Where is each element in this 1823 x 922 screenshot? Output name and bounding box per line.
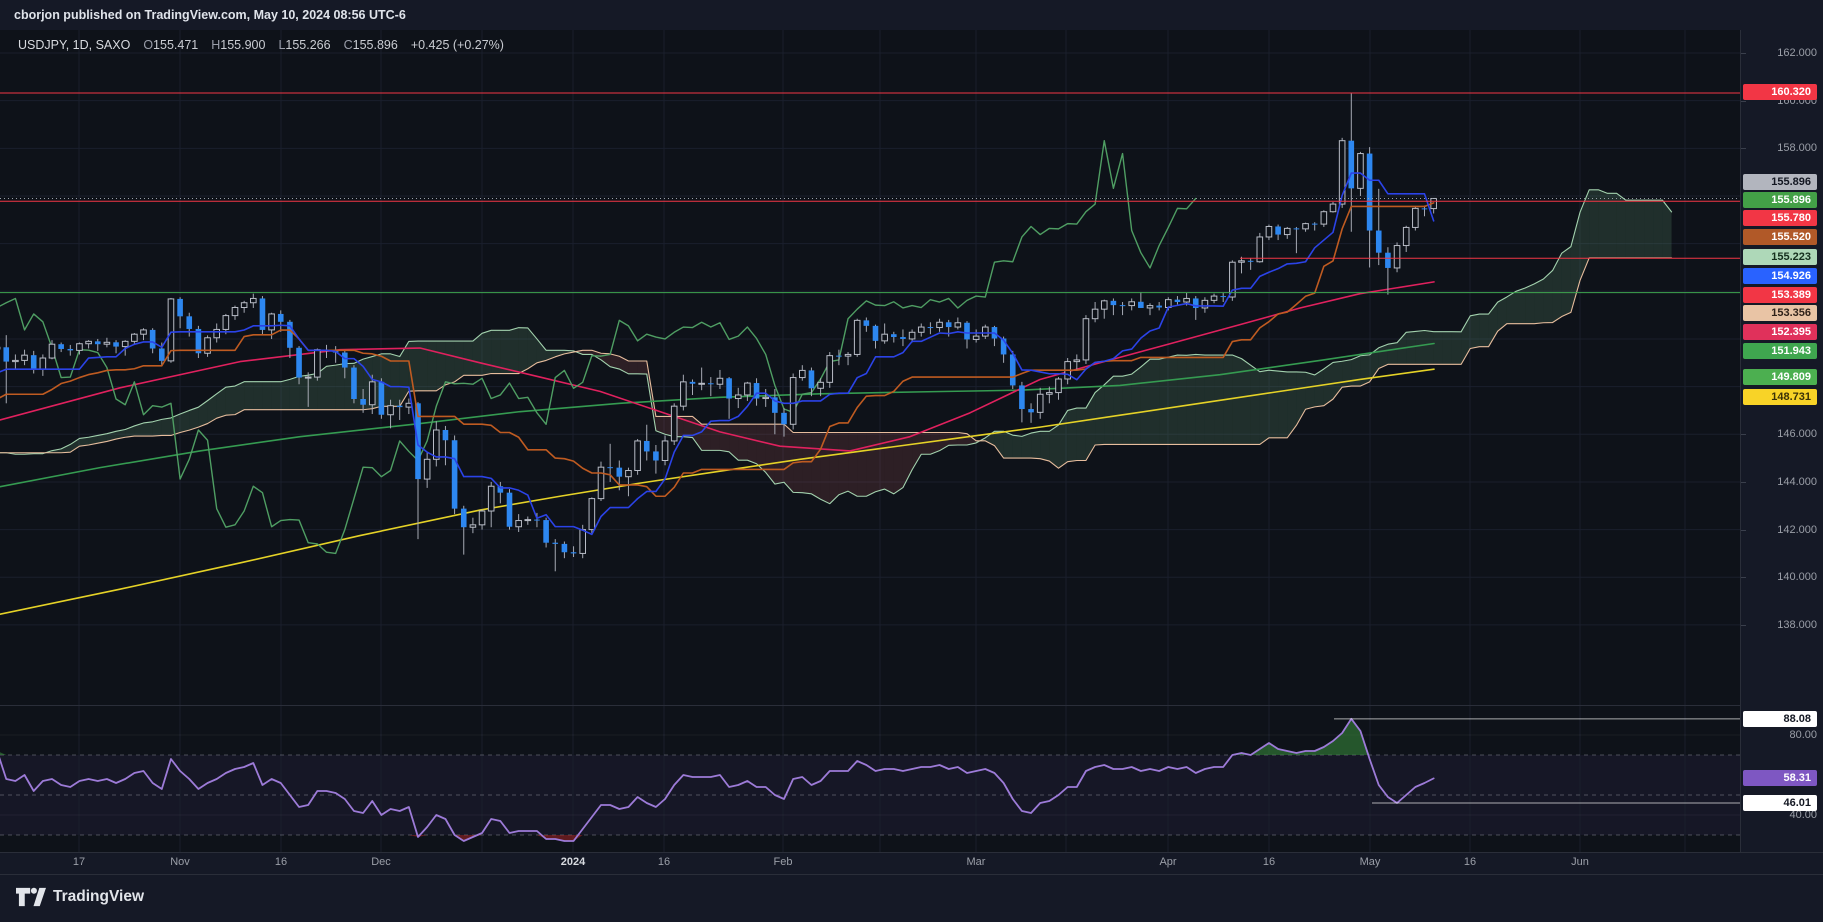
time-axis-label: May <box>1360 856 1381 868</box>
price-label-badge: 152.395 <box>1743 324 1817 340</box>
time-axis-label: Nov <box>170 856 190 868</box>
price-label-badge: 155.520 <box>1743 229 1817 245</box>
price-axis-tickmark <box>1741 101 1746 102</box>
symbol-title: USDJPY, 1D, SAXO <box>18 38 130 52</box>
price-label-badge: 155.896 <box>1743 192 1817 208</box>
price-chart-pane[interactable] <box>0 30 1740 705</box>
rsi-indicator-pane[interactable] <box>0 705 1740 852</box>
rsi-label-badge: 46.01 <box>1743 795 1817 811</box>
time-axis-label: Dec <box>371 856 391 868</box>
rsi-label-badge: 58.31 <box>1743 770 1817 786</box>
tradingview-logo-icon <box>16 886 46 908</box>
time-axis-label: Feb <box>774 856 793 868</box>
price-label-badge: 153.356 <box>1743 305 1817 321</box>
price-axis-tick: 144.000 <box>1741 476 1817 488</box>
time-axis-label: Jun <box>1571 856 1589 868</box>
price-label-badge: 155.896 <box>1743 174 1817 190</box>
price-label-badge: 155.780 <box>1743 210 1817 226</box>
price-axis-tick: 162.000 <box>1741 47 1817 59</box>
price-label-badge: 154.926 <box>1743 268 1817 284</box>
rsi-axis-tick: 80.00 <box>1741 729 1817 741</box>
price-axis[interactable]: 162.000160.000158.000146.000144.000142.0… <box>1740 30 1823 852</box>
price-axis-tick: 140.000 <box>1741 571 1817 583</box>
symbol-legend[interactable]: USDJPY, 1D, SAXO O155.471 H155.900 L155.… <box>18 37 504 53</box>
ohlc-open: O155.471 <box>143 38 198 52</box>
price-axis-tick: 142.000 <box>1741 524 1817 536</box>
publish-title-bar: cborjon published on TradingView.com, Ma… <box>0 0 1823 30</box>
price-label-badge: 160.320 <box>1743 84 1817 100</box>
time-axis[interactable]: 17 Nov 16 Dec 2024 16 Feb Mar Apr 16 May 16 Jun <box>0 853 1823 873</box>
price-axis-tickmark <box>1741 434 1746 435</box>
price-label-badge: 148.731 <box>1743 389 1817 405</box>
time-axis-label: 2024 <box>561 856 585 868</box>
tradingview-published-chart: cborjon published on TradingView.com, Ma… <box>0 0 1823 922</box>
time-axis-label: Apr <box>1159 856 1176 868</box>
price-axis-tickmark <box>1741 148 1746 149</box>
rsi-canvas <box>0 705 1740 852</box>
rsi-label-badge: 88.08 <box>1743 711 1817 727</box>
time-axis-label: Mar <box>967 856 986 868</box>
change-value: +0.425 (+0.27%) <box>411 38 504 52</box>
price-axis-tickmark <box>1741 53 1746 54</box>
tradingview-watermark-label: TradingView <box>53 888 144 906</box>
ohlc-low: L155.266 <box>278 38 330 52</box>
ichimoku-base-conversion-lines <box>0 173 1434 534</box>
price-axis-tick: 138.000 <box>1741 619 1817 631</box>
time-axis-label: 16 <box>1464 856 1476 868</box>
price-axis-tickmark <box>1741 577 1746 578</box>
ohlc-close: C155.896 <box>344 38 398 52</box>
price-label-badge: 155.223 <box>1743 249 1817 265</box>
price-axis-tick: 146.000 <box>1741 428 1817 440</box>
ohlc-high: H155.900 <box>211 38 265 52</box>
horizontal-level-lines <box>0 93 1740 293</box>
time-axis-label: 16 <box>1263 856 1275 868</box>
price-label-badge: 153.389 <box>1743 287 1817 303</box>
published-line: cborjon published on TradingView.com, Ma… <box>14 8 406 22</box>
price-axis-tick: 158.000 <box>1741 142 1817 154</box>
pane-separator[interactable] <box>0 705 1823 706</box>
time-axis-label: 16 <box>658 856 670 868</box>
time-axis-label: 16 <box>275 856 287 868</box>
price-label-badge: 149.809 <box>1743 369 1817 385</box>
price-axis-tickmark <box>1741 482 1746 483</box>
price-chart-canvas <box>0 30 1740 705</box>
price-label-badge: 151.943 <box>1743 343 1817 359</box>
price-axis-tickmark <box>1741 625 1746 626</box>
tradingview-watermark[interactable]: TradingView <box>16 886 144 908</box>
bottom-bar: TradingView <box>0 874 1823 922</box>
price-axis-tickmark <box>1741 530 1746 531</box>
ichimoku-cloud <box>0 190 1672 504</box>
time-axis-label: 17 <box>73 856 85 868</box>
